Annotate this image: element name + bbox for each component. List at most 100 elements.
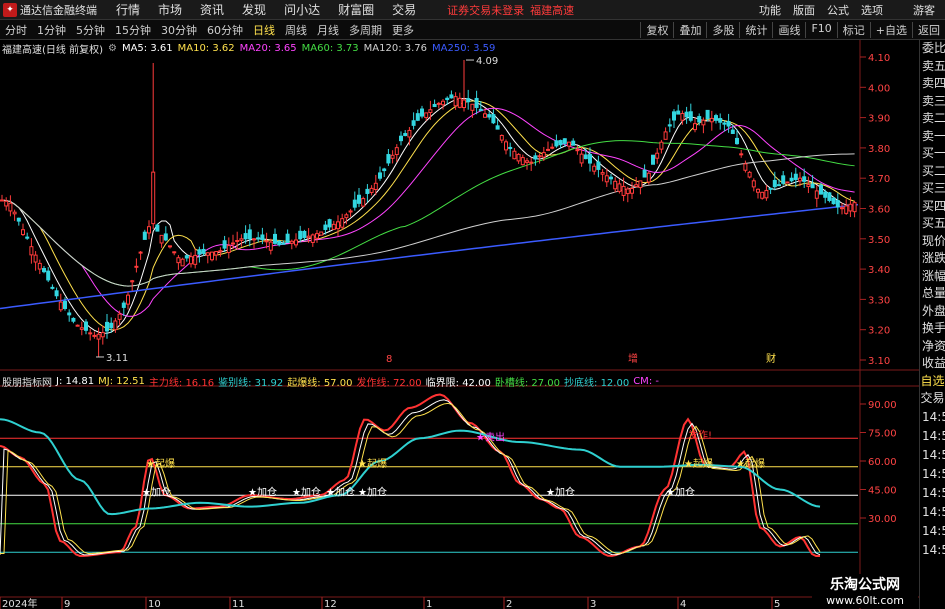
menu-jiaoyi[interactable]: 交易 (392, 1, 416, 18)
mj-line (0, 402, 821, 555)
candle (147, 220, 151, 240)
tool-diejia[interactable]: 叠加 (673, 21, 706, 38)
low-label: 3.11 (106, 353, 128, 364)
candle (386, 148, 391, 166)
candle (533, 152, 538, 166)
candle (0, 194, 4, 202)
jiacang-signal: ★加仓 (292, 485, 321, 498)
candle (651, 154, 655, 165)
menu-xuanxiang[interactable]: 选项 (861, 2, 883, 18)
quote-item: 卖一 (922, 128, 945, 143)
right-menus: 功能 版面 公式 选项 (753, 2, 889, 18)
period-30min[interactable]: 30分钟 (161, 22, 197, 38)
menu-wenxiaoda[interactable]: 问小达 (284, 1, 320, 18)
period-monthly[interactable]: 月线 (317, 22, 339, 38)
ind-tick-label: 30.00 (868, 514, 897, 525)
period-5min[interactable]: 5分钟 (76, 22, 105, 38)
candle (672, 109, 676, 129)
tab-zixuan[interactable]: 自选 (920, 373, 945, 391)
tool-f10[interactable]: F10 (805, 21, 836, 38)
ma20-label: MA20: 3.65 (239, 42, 297, 54)
x-tick-label: 5 (774, 599, 780, 609)
price-tick-label: 4.10 (868, 53, 890, 64)
candle (546, 141, 550, 152)
candle (428, 100, 433, 120)
period-multi[interactable]: 多周期 (349, 22, 382, 38)
candle (336, 215, 340, 237)
tool-zixuan[interactable]: +自选 (869, 21, 912, 38)
candle (109, 317, 114, 333)
indicator-signals: ★起爆 ★起爆 ★起爆 ★起爆★加仓 ★加仓 ★加仓 ★加仓 ★加仓 ★加仓 ★加仓发作!★卖出 (142, 428, 765, 498)
candle (466, 89, 471, 110)
candle (655, 148, 660, 164)
candle (840, 202, 844, 215)
candle (151, 63, 156, 229)
menu-gongshi[interactable]: 公式 (827, 2, 849, 18)
period-weekly[interactable]: 周线 (285, 22, 307, 38)
tool-fanhui[interactable]: 返回 (912, 21, 945, 38)
candle (46, 267, 51, 283)
quote-items: 委比 卖五 卖四 卖三 卖二 卖一 买一 买二 买三 买四 买五 现价 涨跌 涨幅 总量 外盘 换手 净资 收益 (920, 40, 945, 373)
guest-login[interactable]: 游客 (913, 2, 935, 18)
candle (394, 144, 399, 163)
candle (760, 191, 765, 200)
maichu-signal: ★卖出 (476, 430, 505, 443)
x-tick-label: 1 (426, 599, 432, 609)
tool-huaxian[interactable]: 画线 (772, 21, 805, 38)
candle (58, 293, 63, 312)
time-list: 14:56 14:56 14:56 14:56 14:56 14:56 14:56 14:56 (920, 408, 945, 560)
tool-fuquan[interactable]: 复权 (640, 21, 673, 38)
candle (432, 99, 437, 108)
candle (756, 188, 760, 199)
period-more[interactable]: 更多 (392, 22, 414, 38)
candle (693, 117, 697, 133)
candle (42, 265, 46, 274)
price-tick-label: 3.60 (868, 205, 890, 216)
candle (789, 172, 794, 183)
x-tick-label: 10 (148, 599, 161, 609)
menu-gongneng[interactable]: 功能 (759, 2, 781, 18)
candle (609, 174, 613, 185)
candle (268, 238, 273, 255)
candle (361, 196, 366, 208)
tab-jiaoyi[interactable]: 交易 (920, 390, 945, 408)
menu-caifuquan[interactable]: 财富圈 (338, 1, 374, 18)
chart-area[interactable]: 4.10 4.00 3.90 3.80 3.70 3.60 3.50 3.40 3.30 3.20… (0, 40, 919, 609)
candle (348, 208, 353, 217)
indicator-header: 股朋指标网 J: 14.81 MJ: 12.51 主力线: 16.16 鉴别线:… (2, 374, 663, 389)
period-15min[interactable]: 15分钟 (115, 22, 151, 38)
tool-biaoji[interactable]: 标记 (836, 21, 870, 38)
period-1min[interactable]: 1分钟 (37, 22, 66, 38)
tool-tongji[interactable]: 统计 (739, 21, 772, 38)
candle (92, 331, 97, 339)
notice-stock-name: 福建高速 (530, 3, 575, 17)
candle (105, 313, 109, 339)
jiacang-signal: ★加仓 (248, 485, 277, 498)
tool-duogu[interactable]: 多股 (706, 21, 739, 38)
menu-zixun[interactable]: 资讯 (200, 1, 224, 18)
menu-banmian[interactable]: 版面 (793, 2, 815, 18)
jiacang-signal: ★加仓 (546, 485, 575, 498)
period-daily[interactable]: 日线 (253, 22, 275, 38)
period-fenshi[interactable]: 分时 (5, 22, 27, 38)
settings-gear-icon[interactable]: ⚙ (108, 43, 117, 54)
stock-title: 福建高速(日线 前复权) (2, 44, 103, 56)
candle (781, 171, 786, 186)
ma10-label: MA10: 3.62 (177, 42, 235, 54)
qibao-signal: ★起爆 (736, 458, 765, 470)
login-notice[interactable]: 证券交易未登录 (447, 2, 524, 18)
x-tick-label: 2 (506, 599, 512, 609)
indicator-name: 股朋指标网 (2, 377, 52, 389)
candle (474, 90, 479, 115)
price-tick-label: 4.00 (868, 83, 890, 94)
menu-shichang[interactable]: 市场 (158, 1, 182, 18)
period-60min[interactable]: 60分钟 (207, 22, 243, 38)
candle (121, 300, 126, 317)
event-marker: 8 (386, 354, 392, 365)
menu-hangqing[interactable]: 行情 (116, 1, 140, 18)
menu-faxian[interactable]: 发现 (242, 1, 266, 18)
candle (54, 287, 59, 299)
candle (67, 309, 72, 322)
candle (340, 213, 345, 230)
candle (499, 134, 504, 144)
